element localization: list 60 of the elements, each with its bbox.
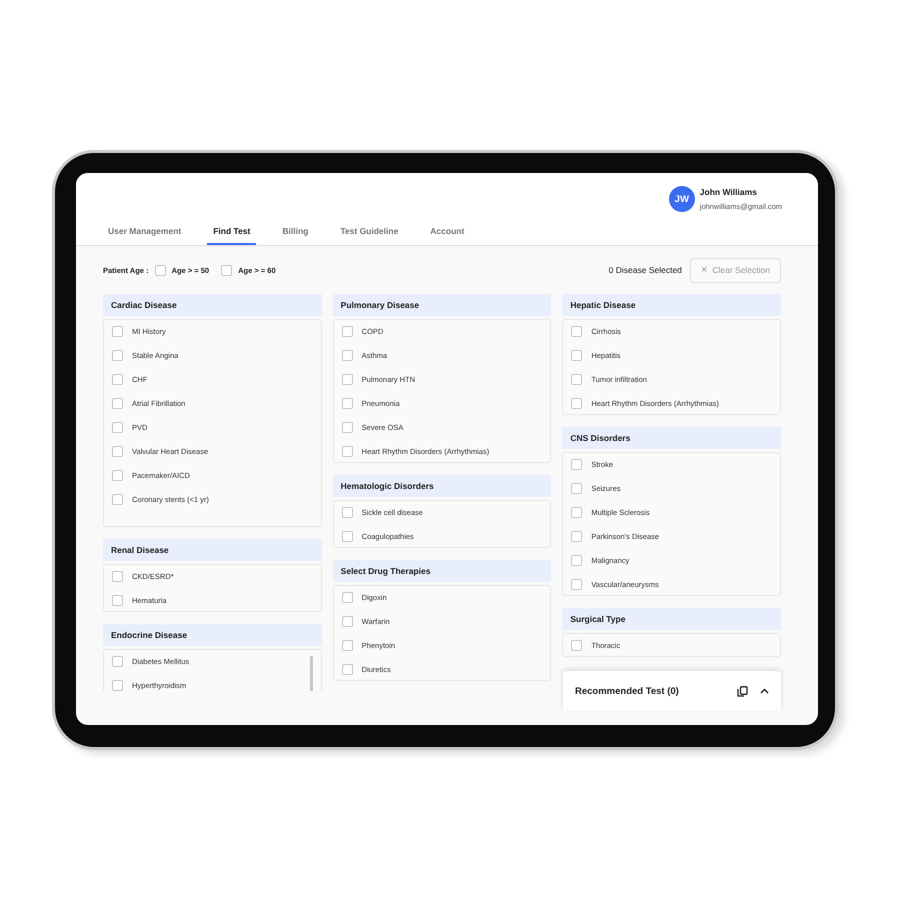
section-header: Hepatic Disease <box>562 294 781 316</box>
checkbox[interactable] <box>571 640 582 650</box>
checkbox[interactable] <box>571 530 582 542</box>
section-header: CNS Disorders <box>562 427 781 449</box>
checkbox[interactable] <box>342 640 353 650</box>
chevron-up-icon[interactable] <box>760 688 769 694</box>
checkbox[interactable] <box>112 594 123 606</box>
checkbox[interactable] <box>571 554 582 566</box>
checkbox[interactable] <box>112 374 123 384</box>
checkbox[interactable] <box>112 470 123 480</box>
copy-icon[interactable] <box>737 686 748 696</box>
checkbox[interactable] <box>112 350 123 360</box>
checkbox[interactable] <box>342 326 353 336</box>
nav-tab[interactable]: Test Guideline <box>334 226 404 245</box>
scrollbar[interactable] <box>310 656 313 691</box>
nav-tab[interactable]: User Management <box>102 226 188 245</box>
recommended-test-title: Recommended Test (0) <box>575 686 680 696</box>
checkbox[interactable] <box>112 656 123 666</box>
checkbox[interactable] <box>571 326 582 336</box>
user-avatar[interactable]: JW <box>668 186 695 212</box>
checkbox[interactable] <box>571 350 582 360</box>
checkbox[interactable] <box>342 530 353 542</box>
checkbox[interactable] <box>571 458 582 470</box>
nav-tab[interactable]: Billing <box>276 226 314 245</box>
checkbox[interactable] <box>571 482 582 494</box>
section-header: Select Drug Therapies <box>332 560 552 582</box>
checkbox[interactable] <box>154 264 166 276</box>
checkbox[interactable] <box>112 680 123 690</box>
section-header: Cardiac Disease <box>103 294 322 316</box>
checkbox[interactable] <box>571 398 582 408</box>
checkbox[interactable] <box>221 264 232 276</box>
checkbox[interactable] <box>342 616 353 626</box>
checkbox[interactable] <box>342 422 353 432</box>
checkbox[interactable] <box>342 374 353 384</box>
section-header: Pulmonary Disease <box>332 294 552 316</box>
checkbox[interactable] <box>571 506 582 518</box>
checkbox[interactable] <box>342 446 353 456</box>
checkbox[interactable] <box>112 422 123 432</box>
user-name: John Williams <box>700 187 758 197</box>
checkbox[interactable] <box>112 446 123 456</box>
close-icon: × <box>700 264 708 276</box>
checkbox[interactable] <box>342 592 353 602</box>
checkbox[interactable] <box>112 494 123 504</box>
checkbox[interactable] <box>342 664 353 674</box>
checkbox[interactable] <box>112 570 123 582</box>
section-header: Renal Disease <box>103 539 322 561</box>
checkbox[interactable] <box>112 398 123 408</box>
checkbox[interactable] <box>342 350 353 360</box>
checkbox[interactable] <box>112 326 123 336</box>
recommended-test-panel[interactable]: Recommended Test (0) <box>563 671 781 711</box>
section-header: Surgical Type <box>562 608 781 630</box>
nav-tab[interactable]: Account <box>424 226 470 245</box>
section-header: Endocrine Disease <box>103 624 322 646</box>
checkbox[interactable] <box>571 578 582 590</box>
checkbox[interactable] <box>342 398 353 408</box>
checkbox[interactable] <box>342 506 353 518</box>
selected-count: 0 Disease Selected <box>608 265 682 275</box>
nav-tab[interactable]: Find Test <box>207 226 256 245</box>
checkbox[interactable] <box>571 374 582 384</box>
section-header: Hematologic Disorders <box>332 475 552 497</box>
